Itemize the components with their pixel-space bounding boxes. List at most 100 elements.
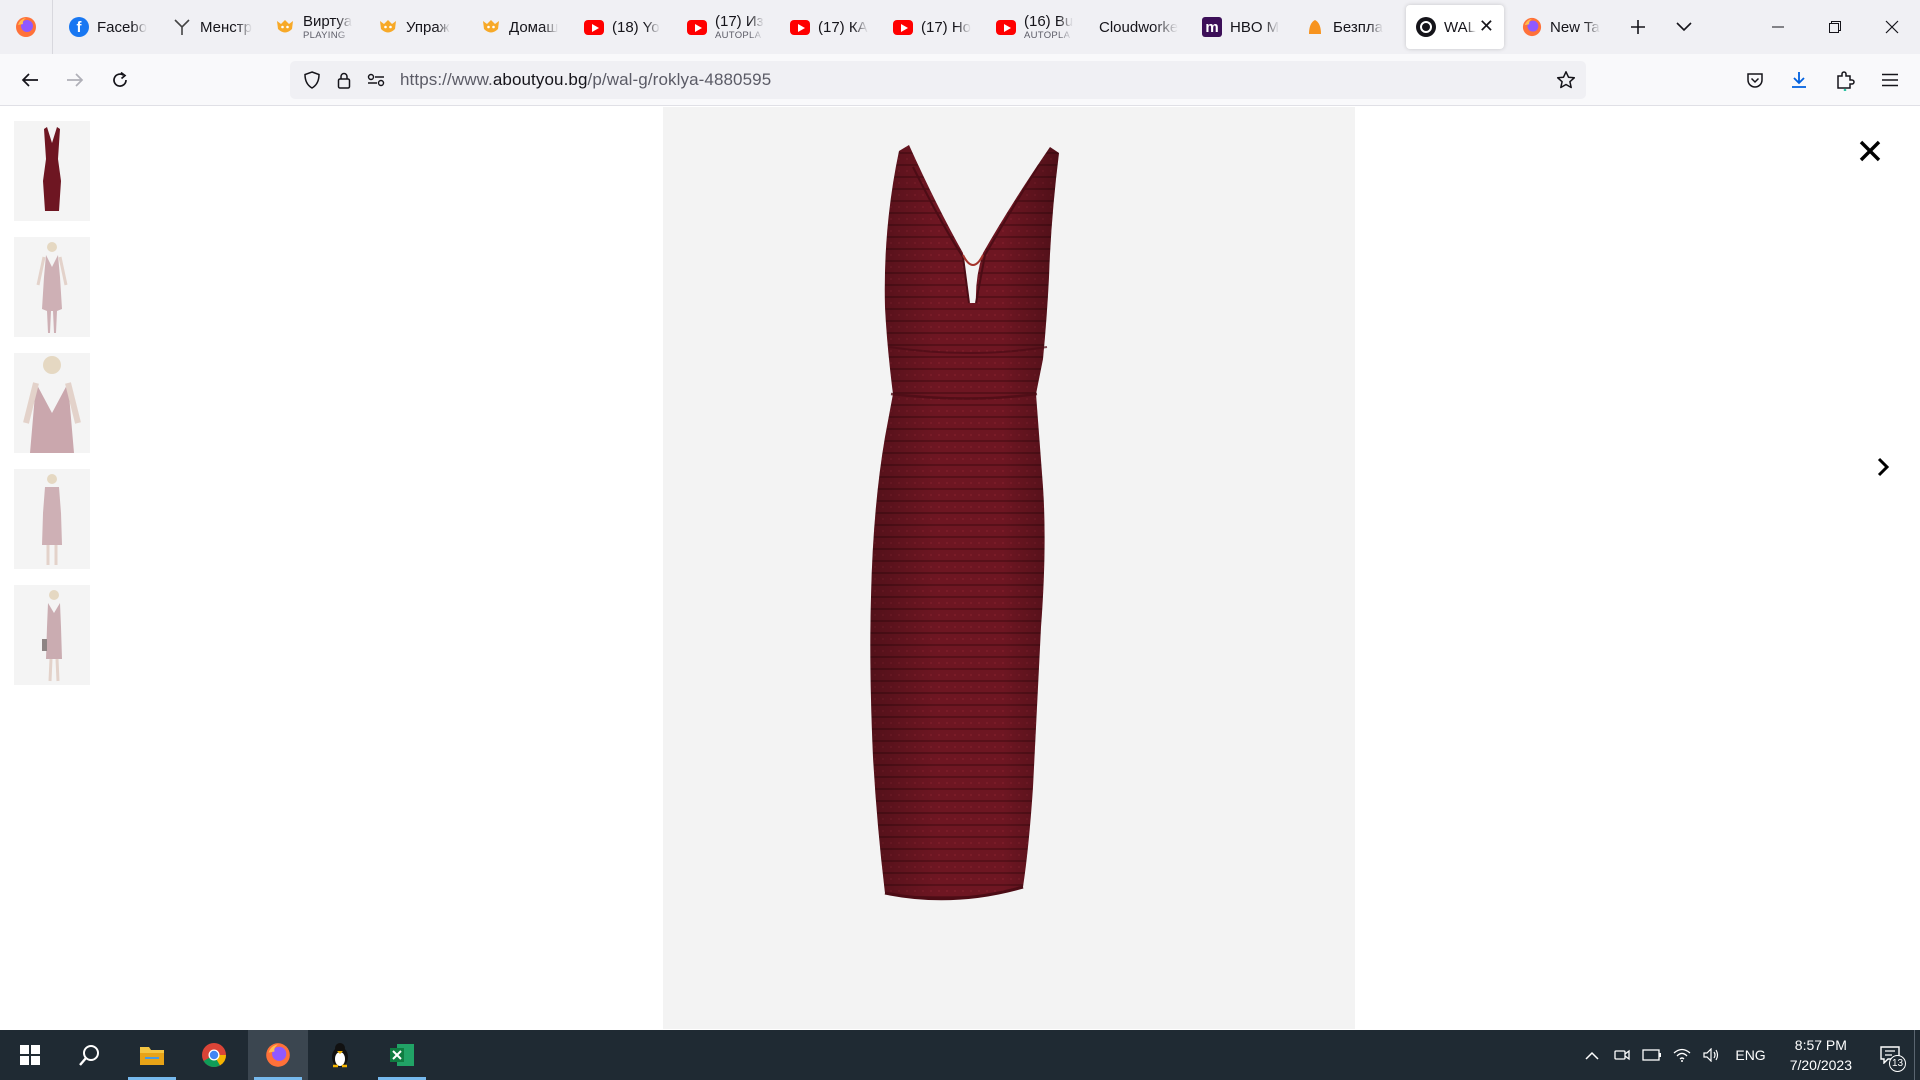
product-thumbnail-image <box>23 356 81 453</box>
back-button[interactable] <box>14 64 46 96</box>
chrome-icon <box>202 1043 226 1068</box>
tab-title: (17) КА <box>818 18 868 36</box>
close-window-button[interactable] <box>1863 0 1920 54</box>
system-tray: ENG 8:57 PM 7/20/2023 13 <box>1577 1030 1920 1080</box>
downloads-button[interactable] <box>1783 64 1815 96</box>
tab-title: (17) Но <box>921 18 972 36</box>
thumbnail-model-front[interactable] <box>14 237 90 337</box>
thumbnail-model-side[interactable] <box>14 585 90 685</box>
download-icon <box>1792 72 1806 88</box>
taskbar-file-explorer[interactable] <box>122 1030 182 1080</box>
chevron-up-icon <box>1585 1051 1599 1060</box>
minimize-button[interactable] <box>1749 0 1806 54</box>
plus-icon <box>1631 20 1645 34</box>
address-bar[interactable]: https://www.aboutyou.bg/p/wal-g/roklya-4… <box>290 61 1586 99</box>
new-tab-button[interactable] <box>1615 5 1661 49</box>
tab-youtube-16[interactable]: (16) Bu AUTOPLA <box>986 5 1089 49</box>
tab-title: Домаш <box>509 18 559 36</box>
tab-subtitle: AUTOPLA <box>1024 30 1071 41</box>
puzzle-piece-icon <box>1837 71 1855 91</box>
clock-time: 8:57 PM <box>1794 1037 1847 1053</box>
pocket-button[interactable] <box>1739 64 1771 96</box>
extensions-button[interactable] <box>1829 64 1861 96</box>
firefox-icon <box>1522 17 1542 37</box>
show-desktop-button[interactable] <box>1914 1030 1920 1080</box>
main-product-image <box>663 107 1355 1029</box>
lock-icon[interactable] <box>328 64 360 96</box>
battery-icon[interactable] <box>1637 1030 1667 1080</box>
forward-button[interactable] <box>59 64 91 96</box>
burgundy-dress-image <box>870 145 1059 901</box>
tab-title: Упраж <box>406 18 450 36</box>
url-text: https://www.aboutyou.bg/p/wal-g/roklya-4… <box>400 70 771 90</box>
start-button[interactable] <box>0 1030 60 1080</box>
taskbar-excel[interactable] <box>372 1030 432 1080</box>
tab-uprazh[interactable]: Упраж <box>368 5 471 49</box>
next-image-button[interactable] <box>1868 445 1898 489</box>
permissions-icon[interactable] <box>360 64 392 96</box>
chevron-right-icon <box>1877 457 1890 477</box>
tab-bezpla[interactable]: Безпла <box>1295 5 1398 49</box>
meet-now-icon[interactable] <box>1607 1030 1637 1080</box>
reload-button[interactable] <box>104 64 136 96</box>
product-image-viewer <box>0 107 1920 1029</box>
youtube-icon <box>687 19 707 35</box>
thumbnail-dress-front[interactable] <box>14 121 90 221</box>
show-hidden-icons-button[interactable] <box>1577 1030 1607 1080</box>
tab-title: WAL <box>1444 18 1476 36</box>
clock-date: 7/20/2023 <box>1789 1057 1852 1073</box>
wifi-icon[interactable] <box>1667 1030 1697 1080</box>
tab-subtitle: AUTOPLA <box>715 30 762 41</box>
tab-cloudworker[interactable]: Cloudworke <box>1089 5 1192 49</box>
window-controls <box>1749 0 1920 54</box>
tab-menstr[interactable]: Менстр <box>162 5 265 49</box>
tab-new-tab[interactable]: New Ta <box>1512 5 1615 49</box>
tab-youtube-17-ka[interactable]: (17) КА <box>780 5 883 49</box>
tab-facebook[interactable]: f Facebo <box>59 5 162 49</box>
input-language[interactable]: ENG <box>1735 1047 1765 1063</box>
tracking-protection-shield-icon[interactable] <box>296 64 328 96</box>
close-tab-icon[interactable]: ✕ <box>1479 17 1494 35</box>
fox-sticker-icon <box>483 20 499 33</box>
list-all-tabs-button[interactable] <box>1661 5 1707 49</box>
firefox-view-button[interactable] <box>0 0 53 54</box>
tab-title: Безпла <box>1333 18 1383 36</box>
youtube-icon <box>893 19 913 35</box>
taskbar-chrome[interactable] <box>184 1030 244 1080</box>
tab-title: New Ta <box>1550 18 1600 36</box>
tab-aboutyou-active[interactable]: WAL ✕ <box>1406 5 1504 49</box>
tab-title: Facebo <box>97 18 148 36</box>
volume-icon[interactable] <box>1697 1030 1727 1080</box>
tab-domash[interactable]: Домаш <box>471 5 574 49</box>
clock[interactable]: 8:57 PM 7/20/2023 <box>1790 1035 1852 1075</box>
restore-button[interactable] <box>1806 0 1863 54</box>
aboutyou-icon <box>1416 17 1436 37</box>
hamburger-menu-icon <box>1882 73 1898 87</box>
tab-virtua[interactable]: Виртуа PLAYING <box>265 5 368 49</box>
tab-youtube-17-no[interactable]: (17) Но <box>883 5 986 49</box>
action-center-button[interactable]: 13 <box>1866 1030 1914 1080</box>
search-button[interactable] <box>60 1030 120 1080</box>
taskbar-firefox[interactable] <box>248 1030 308 1080</box>
bookmark-star-button[interactable] <box>1550 64 1582 96</box>
firefox-icon <box>16 17 36 37</box>
close-icon <box>1885 20 1898 34</box>
close-viewer-button[interactable] <box>1852 133 1888 169</box>
youtube-icon <box>996 19 1016 35</box>
thumbnail-model-closeup[interactable] <box>14 353 90 453</box>
thumbnail-model-back[interactable] <box>14 469 90 569</box>
arrow-right-icon <box>67 73 84 87</box>
reload-icon <box>113 71 127 87</box>
tab-hbo-max[interactable]: m HBO M <box>1192 5 1295 49</box>
minimize-icon <box>1771 26 1784 28</box>
tab-youtube-18[interactable]: (18) Yo <box>574 5 677 49</box>
arrow-left-icon <box>21 73 38 87</box>
taskbar-penguin-app[interactable] <box>310 1030 370 1080</box>
tab-title: (18) Yo <box>612 18 660 36</box>
tab-youtube-17-iz[interactable]: (17) Из AUTOPLA <box>677 5 780 49</box>
fox-sticker-icon <box>380 20 396 33</box>
tab-title: Виртуа <box>303 13 353 30</box>
folder-icon <box>140 1047 164 1065</box>
app-menu-button[interactable] <box>1874 64 1906 96</box>
youtube-icon <box>584 19 604 35</box>
